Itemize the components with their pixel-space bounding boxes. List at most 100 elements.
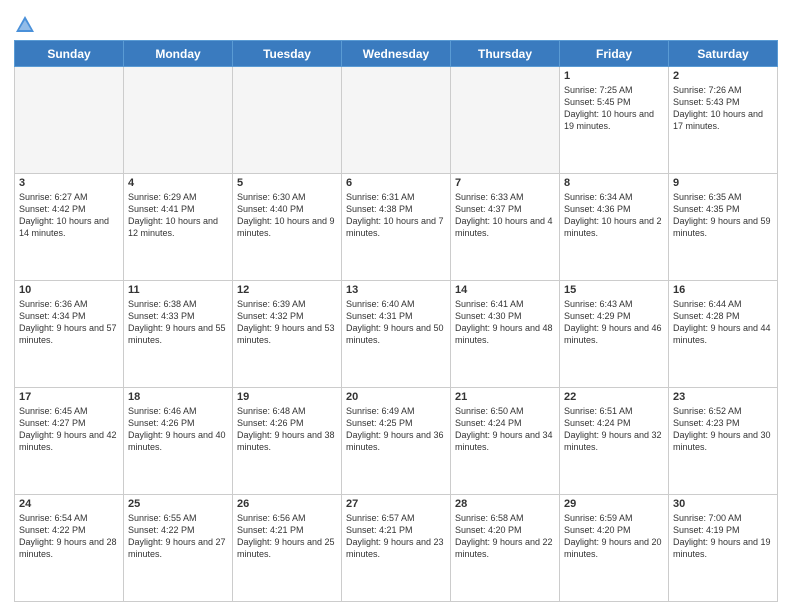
day-number: 15 xyxy=(564,284,664,296)
calendar-cell: 23 Sunrise: 6:52 AM Sunset: 4:23 PM Dayli… xyxy=(669,388,778,495)
calendar-table: SundayMondayTuesdayWednesdayThursdayFrid… xyxy=(14,40,778,602)
calendar-cell xyxy=(233,67,342,174)
day-info: Sunrise: 6:31 AM Sunset: 4:38 PM Dayligh… xyxy=(346,191,446,240)
day-number: 25 xyxy=(128,498,228,510)
day-number: 3 xyxy=(19,177,119,189)
calendar-cell: 15 Sunrise: 6:43 AM Sunset: 4:29 PM Dayli… xyxy=(560,281,669,388)
calendar-week-1: 3 Sunrise: 6:27 AM Sunset: 4:42 PM Daylig… xyxy=(15,174,778,281)
day-info: Sunrise: 6:50 AM Sunset: 4:24 PM Dayligh… xyxy=(455,405,555,454)
calendar-cell xyxy=(124,67,233,174)
day-info: Sunrise: 6:44 AM Sunset: 4:28 PM Dayligh… xyxy=(673,298,773,347)
day-number: 27 xyxy=(346,498,446,510)
day-info: Sunrise: 6:57 AM Sunset: 4:21 PM Dayligh… xyxy=(346,512,446,561)
calendar-cell: 9 Sunrise: 6:35 AM Sunset: 4:35 PM Daylig… xyxy=(669,174,778,281)
calendar-cell: 12 Sunrise: 6:39 AM Sunset: 4:32 PM Dayli… xyxy=(233,281,342,388)
calendar-cell: 16 Sunrise: 6:44 AM Sunset: 4:28 PM Dayli… xyxy=(669,281,778,388)
day-number: 26 xyxy=(237,498,337,510)
header xyxy=(14,10,778,36)
day-number: 2 xyxy=(673,70,773,82)
day-info: Sunrise: 6:36 AM Sunset: 4:34 PM Dayligh… xyxy=(19,298,119,347)
calendar-cell: 10 Sunrise: 6:36 AM Sunset: 4:34 PM Dayli… xyxy=(15,281,124,388)
calendar-cell: 14 Sunrise: 6:41 AM Sunset: 4:30 PM Dayli… xyxy=(451,281,560,388)
day-info: Sunrise: 6:35 AM Sunset: 4:35 PM Dayligh… xyxy=(673,191,773,240)
day-info: Sunrise: 6:40 AM Sunset: 4:31 PM Dayligh… xyxy=(346,298,446,347)
day-number: 23 xyxy=(673,391,773,403)
calendar-header-sunday: Sunday xyxy=(15,41,124,67)
calendar-cell: 6 Sunrise: 6:31 AM Sunset: 4:38 PM Daylig… xyxy=(342,174,451,281)
logo-icon xyxy=(14,14,36,36)
day-info: Sunrise: 6:39 AM Sunset: 4:32 PM Dayligh… xyxy=(237,298,337,347)
day-number: 12 xyxy=(237,284,337,296)
calendar-cell: 3 Sunrise: 6:27 AM Sunset: 4:42 PM Daylig… xyxy=(15,174,124,281)
calendar-header-tuesday: Tuesday xyxy=(233,41,342,67)
day-number: 22 xyxy=(564,391,664,403)
calendar-header-thursday: Thursday xyxy=(451,41,560,67)
day-number: 14 xyxy=(455,284,555,296)
day-info: Sunrise: 6:34 AM Sunset: 4:36 PM Dayligh… xyxy=(564,191,664,240)
day-number: 20 xyxy=(346,391,446,403)
calendar-cell: 30Sunrise: 7:00 AM Sunset: 4:19 PM Dayli… xyxy=(669,495,778,602)
calendar-cell: 26 Sunrise: 6:56 AM Sunset: 4:21 PM Dayli… xyxy=(233,495,342,602)
calendar-cell: 2Sunrise: 7:26 AM Sunset: 5:43 PM Daylig… xyxy=(669,67,778,174)
day-number: 4 xyxy=(128,177,228,189)
day-info: Sunrise: 6:52 AM Sunset: 4:23 PM Dayligh… xyxy=(673,405,773,454)
calendar-week-0: 1 Sunrise: 7:25 AM Sunset: 5:45 PM Daylig… xyxy=(15,67,778,174)
day-info: Sunrise: 6:43 AM Sunset: 4:29 PM Dayligh… xyxy=(564,298,664,347)
day-info: Sunrise: 7:00 AM Sunset: 4:19 PM Dayligh… xyxy=(673,512,773,561)
day-info: Sunrise: 6:55 AM Sunset: 4:22 PM Dayligh… xyxy=(128,512,228,561)
day-number: 5 xyxy=(237,177,337,189)
day-number: 19 xyxy=(237,391,337,403)
day-number: 7 xyxy=(455,177,555,189)
calendar-cell: 11 Sunrise: 6:38 AM Sunset: 4:33 PM Dayli… xyxy=(124,281,233,388)
day-info: Sunrise: 6:41 AM Sunset: 4:30 PM Dayligh… xyxy=(455,298,555,347)
calendar-cell: 24Sunrise: 6:54 AM Sunset: 4:22 PM Dayli… xyxy=(15,495,124,602)
day-number: 17 xyxy=(19,391,119,403)
day-info: Sunrise: 6:46 AM Sunset: 4:26 PM Dayligh… xyxy=(128,405,228,454)
calendar-header-monday: Monday xyxy=(124,41,233,67)
day-number: 29 xyxy=(564,498,664,510)
day-number: 13 xyxy=(346,284,446,296)
calendar-header-saturday: Saturday xyxy=(669,41,778,67)
calendar-cell: 25 Sunrise: 6:55 AM Sunset: 4:22 PM Dayli… xyxy=(124,495,233,602)
day-info: Sunrise: 6:38 AM Sunset: 4:33 PM Dayligh… xyxy=(128,298,228,347)
day-number: 24 xyxy=(19,498,119,510)
page: SundayMondayTuesdayWednesdayThursdayFrid… xyxy=(0,0,792,612)
calendar-cell xyxy=(15,67,124,174)
day-info: Sunrise: 6:49 AM Sunset: 4:25 PM Dayligh… xyxy=(346,405,446,454)
day-info: Sunrise: 6:29 AM Sunset: 4:41 PM Dayligh… xyxy=(128,191,228,240)
calendar-week-4: 24Sunrise: 6:54 AM Sunset: 4:22 PM Dayli… xyxy=(15,495,778,602)
calendar-cell: 5 Sunrise: 6:30 AM Sunset: 4:40 PM Daylig… xyxy=(233,174,342,281)
day-info: Sunrise: 6:48 AM Sunset: 4:26 PM Dayligh… xyxy=(237,405,337,454)
calendar-header-wednesday: Wednesday xyxy=(342,41,451,67)
day-info: Sunrise: 6:33 AM Sunset: 4:37 PM Dayligh… xyxy=(455,191,555,240)
calendar-cell: 7 Sunrise: 6:33 AM Sunset: 4:37 PM Daylig… xyxy=(451,174,560,281)
day-number: 1 xyxy=(564,70,664,82)
day-info: Sunrise: 6:58 AM Sunset: 4:20 PM Dayligh… xyxy=(455,512,555,561)
day-number: 18 xyxy=(128,391,228,403)
calendar-header-friday: Friday xyxy=(560,41,669,67)
calendar-cell: 19 Sunrise: 6:48 AM Sunset: 4:26 PM Dayli… xyxy=(233,388,342,495)
day-number: 9 xyxy=(673,177,773,189)
calendar-cell: 21 Sunrise: 6:50 AM Sunset: 4:24 PM Dayli… xyxy=(451,388,560,495)
calendar-cell: 28 Sunrise: 6:58 AM Sunset: 4:20 PM Dayli… xyxy=(451,495,560,602)
calendar-cell xyxy=(451,67,560,174)
day-info: Sunrise: 6:51 AM Sunset: 4:24 PM Dayligh… xyxy=(564,405,664,454)
calendar-cell: 18 Sunrise: 6:46 AM Sunset: 4:26 PM Dayli… xyxy=(124,388,233,495)
day-number: 16 xyxy=(673,284,773,296)
day-number: 8 xyxy=(564,177,664,189)
day-number: 28 xyxy=(455,498,555,510)
calendar-week-3: 17Sunrise: 6:45 AM Sunset: 4:27 PM Dayli… xyxy=(15,388,778,495)
day-info: Sunrise: 6:30 AM Sunset: 4:40 PM Dayligh… xyxy=(237,191,337,240)
day-number: 10 xyxy=(19,284,119,296)
calendar-week-2: 10 Sunrise: 6:36 AM Sunset: 4:34 PM Dayli… xyxy=(15,281,778,388)
day-info: Sunrise: 6:59 AM Sunset: 4:20 PM Dayligh… xyxy=(564,512,664,561)
calendar-cell: 13 Sunrise: 6:40 AM Sunset: 4:31 PM Dayli… xyxy=(342,281,451,388)
day-info: Sunrise: 7:25 AM Sunset: 5:45 PM Dayligh… xyxy=(564,84,664,133)
day-number: 6 xyxy=(346,177,446,189)
day-number: 11 xyxy=(128,284,228,296)
calendar-cell: 27 Sunrise: 6:57 AM Sunset: 4:21 PM Dayli… xyxy=(342,495,451,602)
day-number: 21 xyxy=(455,391,555,403)
day-info: Sunrise: 6:56 AM Sunset: 4:21 PM Dayligh… xyxy=(237,512,337,561)
day-info: Sunrise: 6:27 AM Sunset: 4:42 PM Dayligh… xyxy=(19,191,119,240)
calendar-cell: 22 Sunrise: 6:51 AM Sunset: 4:24 PM Dayli… xyxy=(560,388,669,495)
